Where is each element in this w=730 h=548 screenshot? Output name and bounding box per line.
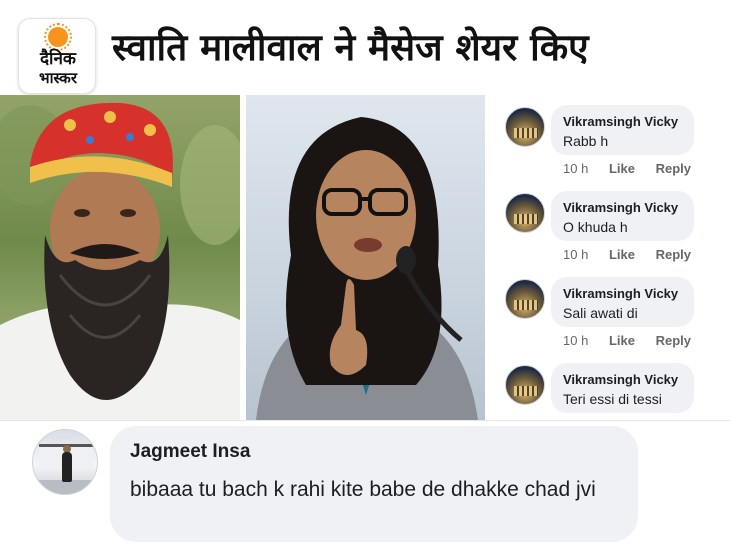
comment-text: Teri essi di tessi — [563, 391, 662, 407]
sun-icon — [44, 23, 72, 51]
avatar[interactable] — [505, 193, 545, 233]
comment-bubble: Jagmeet Insa bibaaa tu bach k rahi kite … — [110, 426, 638, 542]
comment-meta: 10 h Like Reply — [563, 247, 708, 262]
photo-bearded-man — [0, 95, 240, 420]
like-button[interactable]: Like — [609, 247, 635, 262]
reply-button[interactable]: Reply — [656, 333, 691, 348]
commenter-name[interactable]: Vikramsingh Vicky — [563, 372, 678, 387]
comment-time: 10 h — [563, 161, 589, 176]
comment-item: Vikramsingh Vicky Teri essi di tessi — [485, 353, 730, 420]
featured-comment: Jagmeet Insa bibaaa tu bach k rahi kite … — [0, 420, 730, 548]
comment-bubble: Vikramsingh Vicky Rabb h — [551, 105, 694, 155]
commenter-name[interactable]: Vikramsingh Vicky — [563, 200, 678, 215]
comment-item: Vikramsingh Vicky Rabb h 10 h Like Reply — [485, 95, 730, 181]
comment-item: Vikramsingh Vicky Sali awati di 10 h Lik… — [485, 267, 730, 353]
comment-bubble: Vikramsingh Vicky Teri essi di tessi — [551, 363, 694, 413]
comment-text: Sali awati di — [563, 305, 638, 321]
commenter-name[interactable]: Jagmeet Insa — [130, 441, 250, 463]
commenter-name[interactable]: Vikramsingh Vicky — [563, 286, 678, 301]
comment-text: bibaaa tu bach k rahi kite babe de dhakk… — [130, 478, 596, 501]
comment-meta: 10 h Like Reply — [563, 333, 708, 348]
avatar[interactable] — [505, 279, 545, 319]
comment-bubble: Vikramsingh Vicky Sali awati di — [551, 277, 694, 327]
like-button[interactable]: Like — [609, 161, 635, 176]
comment-bubble: Vikramsingh Vicky O khuda h — [551, 191, 694, 241]
page-headline: स्वाति मालीवाल ने मैसेज शेयर किए — [112, 26, 589, 69]
header: दैनिक भास्कर स्वाति मालीवाल ने मैसेज शेय… — [0, 0, 730, 95]
avatar[interactable] — [505, 107, 545, 147]
comments-panel: Vikramsingh Vicky Rabb h 10 h Like Reply… — [485, 95, 730, 420]
commenter-name[interactable]: Vikramsingh Vicky — [563, 114, 678, 129]
logo-text-line1: दैनिक — [40, 49, 76, 69]
comment-time: 10 h — [563, 247, 589, 262]
photo-woman-speaking — [246, 95, 485, 420]
comment-text: Rabb h — [563, 133, 609, 149]
logo-text-line2: भास्कर — [39, 69, 77, 87]
reply-button[interactable]: Reply — [656, 161, 691, 176]
like-button[interactable]: Like — [609, 333, 635, 348]
reply-button[interactable]: Reply — [656, 247, 691, 262]
comment-item: Vikramsingh Vicky O khuda h 10 h Like Re… — [485, 181, 730, 267]
comment-meta: 10 h Like Reply — [563, 161, 708, 176]
comment-time: 10 h — [563, 333, 589, 348]
avatar[interactable] — [32, 429, 98, 495]
comment-text: O khuda h — [563, 219, 628, 235]
avatar[interactable] — [505, 365, 545, 405]
dainik-bhaskar-logo: दैनिक भास्कर — [18, 18, 96, 94]
